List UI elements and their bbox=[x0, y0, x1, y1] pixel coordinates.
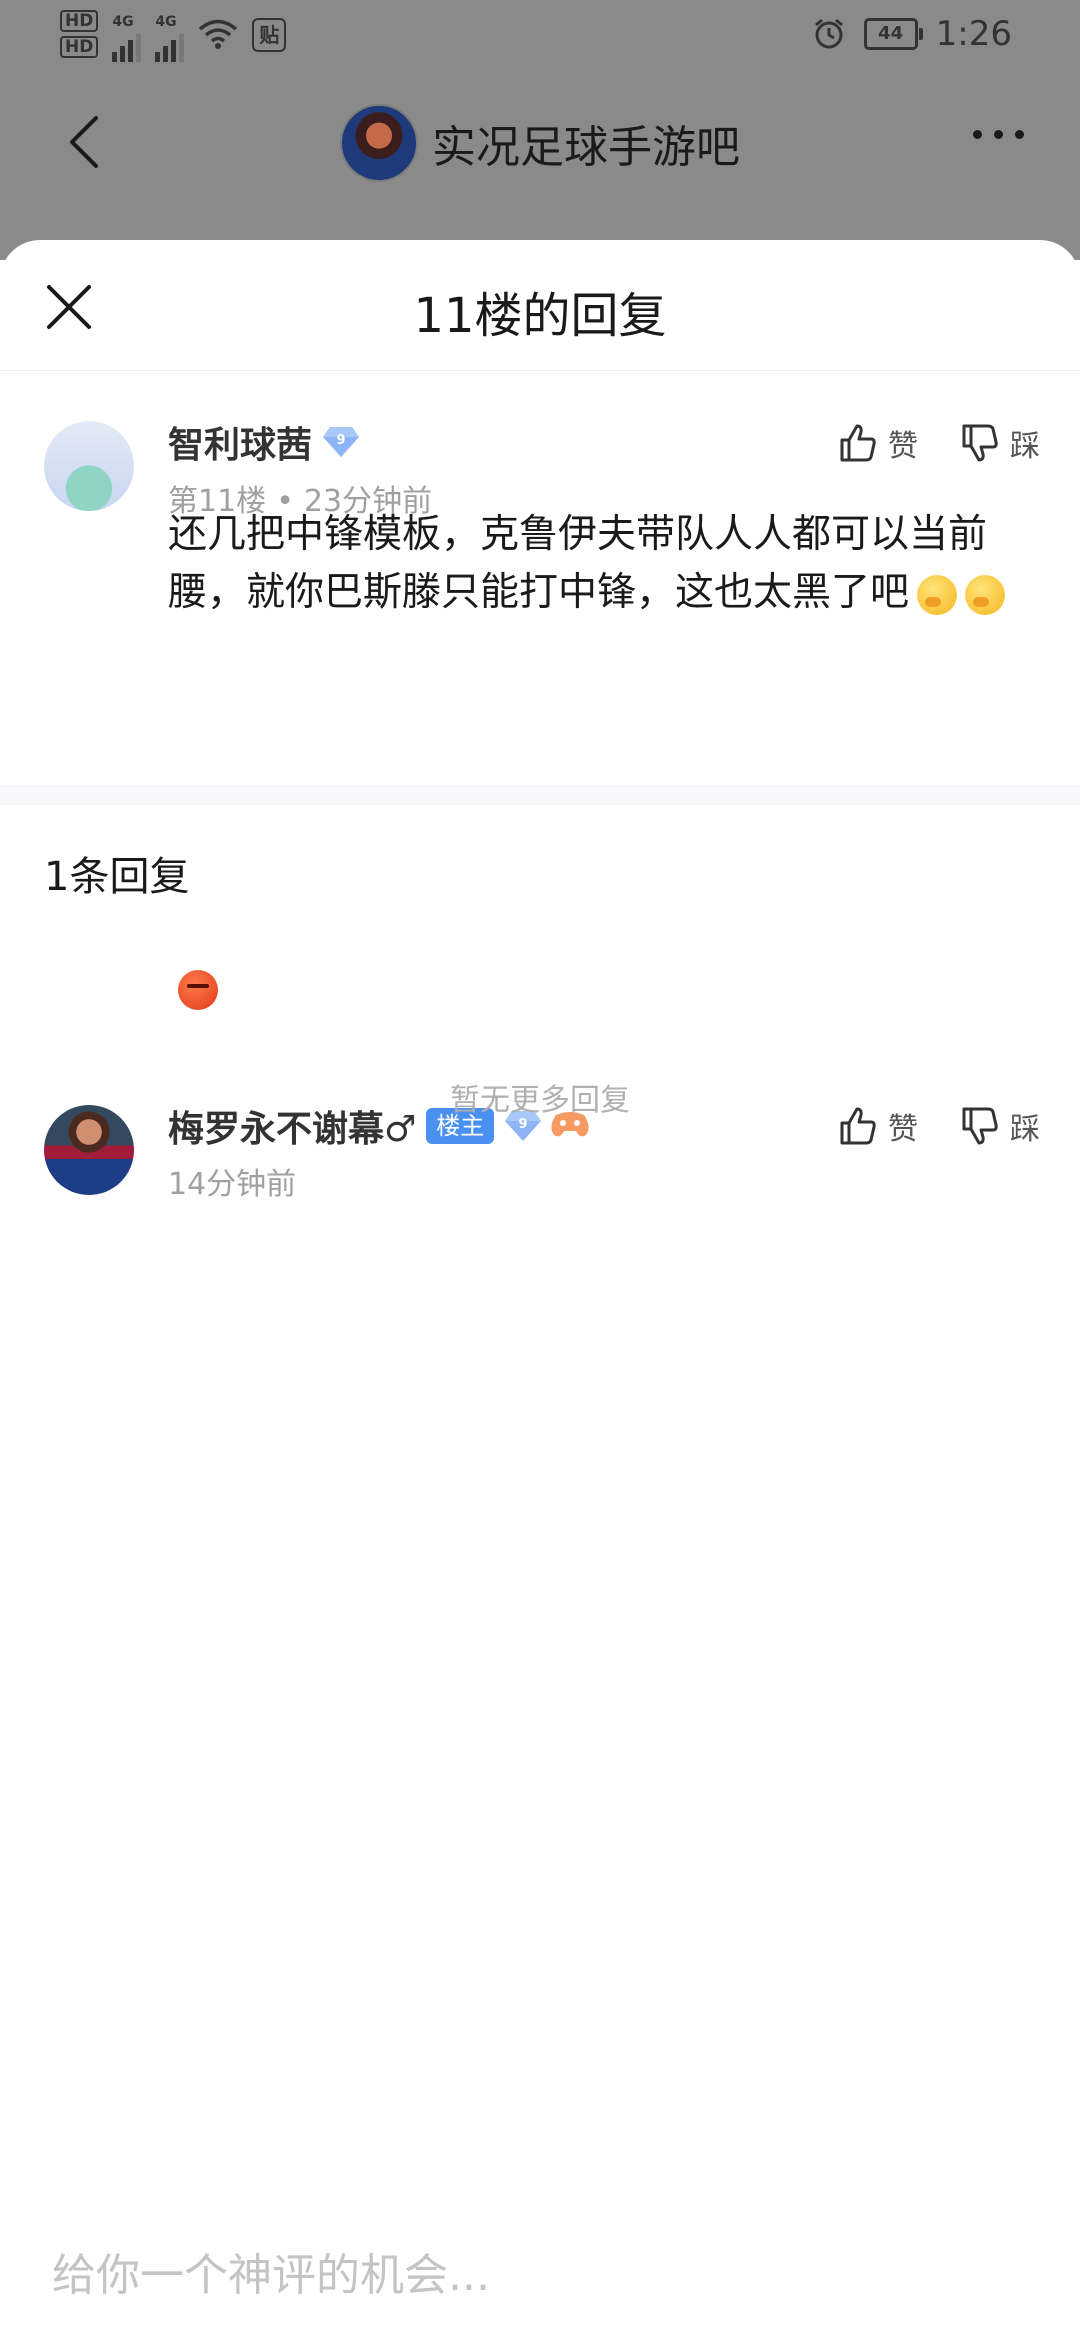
no-more-replies: 暂无更多回复 bbox=[450, 1083, 630, 1118]
like-label: 赞 bbox=[888, 429, 918, 464]
reply-sheet: 11楼的回复 智利球茜 9 第11楼 • 23分钟前 赞 踩 还几把中锋模板，克… bbox=[0, 240, 1080, 2340]
dislike-button[interactable]: 踩 bbox=[960, 421, 1040, 465]
app-root: HD HD 4G 4G 贴 44 1:26 实况足球手游吧 11楼的回复 智利球… bbox=[0, 0, 1080, 2340]
section-divider bbox=[0, 785, 1080, 805]
main-comment-username-row: 智利球茜 9 bbox=[168, 416, 360, 468]
thumbs-up-icon bbox=[840, 424, 876, 462]
battery-icon: 44 bbox=[863, 18, 923, 50]
comment-input[interactable] bbox=[52, 2250, 952, 2301]
status-bar-right: 44 1:26 bbox=[812, 14, 1012, 54]
angry-emoji-icon bbox=[178, 970, 218, 1010]
background-page: HD HD 4G 4G 贴 44 1:26 实况足球手游吧 bbox=[0, 0, 1080, 260]
tieba-notification-icon: 贴 bbox=[252, 18, 287, 52]
forum-app-bar: 实况足球手游吧 bbox=[0, 90, 1080, 200]
alarm-icon bbox=[814, 18, 843, 49]
reply-meta: 14分钟前 bbox=[168, 1159, 296, 1203]
comment-text-content: 还几把中锋模板，克鲁伊夫带队人人都可以当前腰，就你巴斯滕只能打中锋，这也太黑了吧 bbox=[168, 512, 988, 615]
main-comment-actions: 赞 踩 bbox=[838, 421, 1040, 465]
sheet-header: 11楼的回复 bbox=[0, 240, 1080, 371]
cover-mouth-emoji-icon bbox=[917, 574, 958, 615]
level-number: 9 bbox=[519, 1117, 528, 1132]
time-ago: 14分钟前 bbox=[168, 1167, 297, 1202]
like-button[interactable]: 赞 bbox=[838, 421, 918, 465]
level-number: 9 bbox=[336, 433, 345, 448]
dislike-label: 踩 bbox=[1010, 429, 1040, 464]
sheet-title: 11楼的回复 bbox=[413, 288, 667, 344]
thumbs-down-icon bbox=[962, 424, 998, 462]
cover-mouth-emoji-icon bbox=[965, 574, 1006, 615]
clock: 1:26 bbox=[935, 14, 1012, 54]
forum-avatar bbox=[340, 104, 418, 182]
avatar[interactable] bbox=[44, 421, 134, 511]
reply-count: 1条回复 bbox=[44, 854, 190, 900]
wifi-icon bbox=[199, 19, 238, 49]
signal-2-label: 4G bbox=[155, 14, 177, 30]
hd1-label: HD bbox=[60, 10, 99, 32]
username[interactable]: 智利球茜 bbox=[168, 416, 312, 468]
signal-1-label: 4G bbox=[112, 14, 134, 30]
status-bar: HD HD 4G 4G 贴 44 1:26 bbox=[0, 0, 1080, 75]
comment-input-bar bbox=[0, 2230, 1080, 2340]
forum-title: 实况足球手游吧 bbox=[432, 122, 740, 173]
hd-indicator: HD HD bbox=[60, 10, 99, 58]
more-options-icon[interactable] bbox=[973, 130, 1024, 139]
hd2-label: HD bbox=[60, 36, 99, 58]
comment-text: 还几把中锋模板，克鲁伊夫带队人人都可以当前腰，就你巴斯滕只能打中锋，这也太黑了吧 bbox=[168, 506, 1028, 622]
status-bar-left: HD HD 4G 4G 贴 bbox=[60, 10, 287, 62]
signal-icon-1: 4G bbox=[112, 10, 142, 62]
level-diamond-icon: 9 bbox=[322, 425, 360, 459]
signal-icon-2: 4G bbox=[155, 10, 185, 62]
forum-header[interactable]: 实况足球手游吧 bbox=[0, 104, 1080, 182]
